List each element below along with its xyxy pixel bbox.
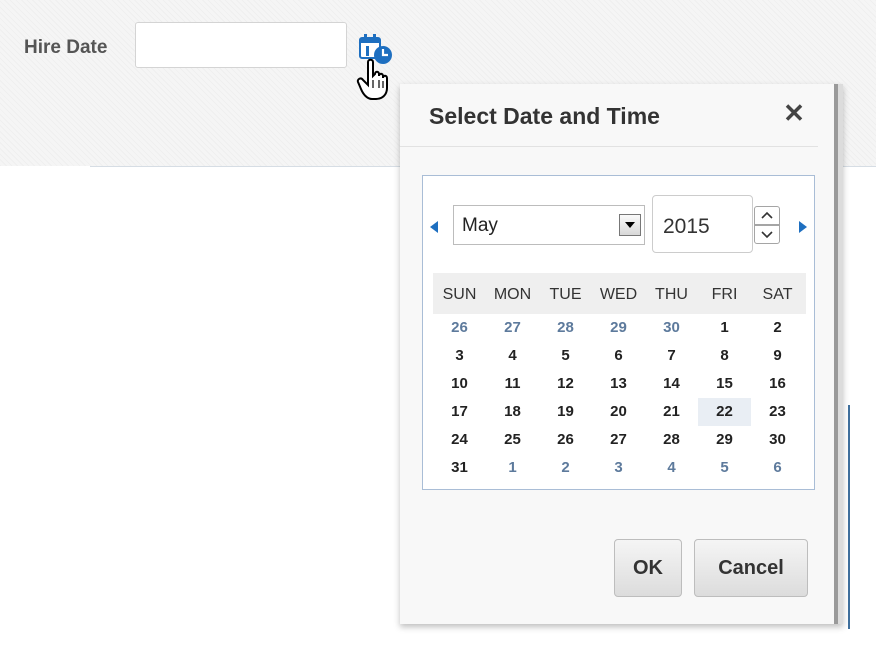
weekday-header: SUN MON TUE WED THU FRI SAT (433, 273, 806, 314)
dropdown-arrow-icon[interactable] (619, 214, 641, 236)
calendar-day[interactable]: 12 (539, 370, 592, 398)
calendar-day[interactable]: 29 (592, 314, 645, 342)
date-picker-dialog: Select Date and Time ✕ May 2015 SUN MON … (400, 84, 843, 624)
calendar-day[interactable]: 6 (751, 454, 804, 482)
calendar-day[interactable]: 10 (433, 370, 486, 398)
calendar-day[interactable]: 20 (592, 398, 645, 426)
weekday-tue: TUE (549, 286, 582, 303)
calendar-panel: May 2015 SUN MON TUE WED THU FRI SAT 26 … (422, 175, 815, 490)
prev-month-icon[interactable] (428, 219, 440, 235)
dialog-header: Select Date and Time ✕ (400, 84, 818, 147)
weekday-mon: MON (493, 286, 532, 303)
calendar-day[interactable]: 30 (751, 426, 804, 454)
calendar-day[interactable]: 26 (539, 426, 592, 454)
close-icon[interactable]: ✕ (780, 98, 808, 128)
calendar-day[interactable]: 8 (698, 342, 751, 370)
calendar-day[interactable]: 23 (751, 398, 804, 426)
calendar-day[interactable]: 15 (698, 370, 751, 398)
next-month-icon[interactable] (797, 219, 809, 235)
hand-cursor-icon (356, 58, 388, 100)
calendar-day[interactable]: 2 (539, 454, 592, 482)
calendar-day[interactable]: 28 (645, 426, 698, 454)
calendar-day[interactable]: 27 (486, 314, 539, 342)
year-value: 2015 (663, 215, 710, 238)
calendar-day[interactable]: 26 (433, 314, 486, 342)
calendar-day[interactable]: 29 (698, 426, 751, 454)
spin-down-icon[interactable] (754, 225, 780, 244)
weekday-sat: SAT (762, 286, 793, 303)
calendar-day[interactable]: 16 (751, 370, 804, 398)
calendar-day[interactable]: 27 (592, 426, 645, 454)
month-select[interactable]: May (453, 205, 645, 245)
calendar-day[interactable]: 25 (486, 426, 539, 454)
day-grid: 26 27 28 29 30 1 2 3 4 5 6 7 8 9 10 11 12 13 14 15 16 17 18 19 2… (433, 314, 806, 484)
hire-date-input[interactable] (135, 22, 347, 68)
calendar-day[interactable]: 4 (645, 454, 698, 482)
dialog-title: Select Date and Time (429, 103, 660, 129)
calendar-day[interactable]: 14 (645, 370, 698, 398)
year-spinner[interactable] (754, 206, 780, 244)
ok-button[interactable]: OK (614, 539, 682, 597)
weekday-sun: SUN (442, 286, 477, 303)
calendar-day[interactable]: 2 (751, 314, 804, 342)
calendar-day[interactable]: 1 (698, 314, 751, 342)
calendar-day[interactable]: 11 (486, 370, 539, 398)
calendar-day[interactable]: 3 (433, 342, 486, 370)
calendar-day[interactable]: 3 (592, 454, 645, 482)
weekday-fri: FRI (711, 286, 738, 303)
calendar-day[interactable]: 1 (486, 454, 539, 482)
calendar-day[interactable]: 17 (433, 398, 486, 426)
month-value: May (462, 215, 498, 236)
calendar-day[interactable]: 7 (645, 342, 698, 370)
calendar-day[interactable]: 4 (486, 342, 539, 370)
cancel-button[interactable]: Cancel (694, 539, 808, 597)
spin-up-icon[interactable] (754, 206, 780, 225)
calendar-day[interactable]: 28 (539, 314, 592, 342)
page-edge-line (848, 405, 850, 629)
calendar-day[interactable]: 5 (539, 342, 592, 370)
calendar-day[interactable]: 24 (433, 426, 486, 454)
weekday-wed: WED (599, 286, 638, 303)
dialog-scroll-edge (834, 84, 838, 624)
calendar-day[interactable]: 22 (698, 398, 751, 426)
calendar-day[interactable]: 31 (433, 454, 486, 482)
calendar-day[interactable]: 30 (645, 314, 698, 342)
calendar-day[interactable]: 13 (592, 370, 645, 398)
calendar-day[interactable]: 21 (645, 398, 698, 426)
calendar-day[interactable]: 5 (698, 454, 751, 482)
calendar-day[interactable]: 18 (486, 398, 539, 426)
weekday-thu: THU (655, 286, 688, 303)
calendar-day[interactable]: 9 (751, 342, 804, 370)
calendar-day[interactable]: 6 (592, 342, 645, 370)
hire-date-label: Hire Date (24, 37, 108, 58)
year-input[interactable]: 2015 (652, 195, 753, 253)
calendar-day[interactable]: 19 (539, 398, 592, 426)
